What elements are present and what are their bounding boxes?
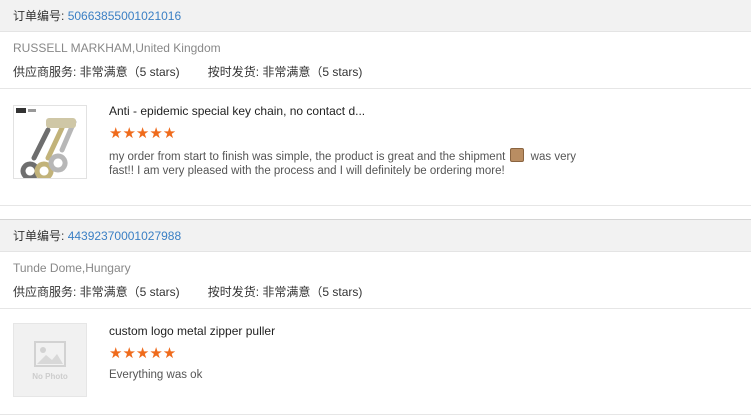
order-number-link[interactable]: 44392370001027988	[68, 229, 181, 243]
order-label: 订单编号:	[13, 229, 65, 243]
buyer-name-country: RUSSELL MARKHAM,United Kingdom	[13, 41, 221, 55]
supplier-service-rating: 供应商服务: 非常满意（5 stars)	[13, 285, 180, 299]
review-text-part-1: my order from start to finish was simple…	[109, 151, 509, 163]
image-placeholder-icon	[34, 341, 66, 367]
on-time-shipping-rating: 按时发货: 非常满意（5 stars)	[207, 285, 363, 299]
order-header: 订单编号: 50663855001021016	[0, 0, 751, 32]
order-header: 订单编号: 44392370001027988	[0, 220, 751, 252]
metal-key-tool-product-icon	[16, 108, 77, 181]
product-thumbnail[interactable]	[13, 105, 87, 181]
review-item: No Photo custom logo metal zipper puller…	[0, 309, 751, 414]
review-text: Everything was ok	[109, 369, 203, 381]
on-time-shipping-rating: 按时发货: 非常满意（5 stars)	[207, 65, 363, 79]
review-text: my order from start to finish was simple…	[109, 148, 599, 178]
buyer-name-country: Tunde Dome,Hungary	[13, 261, 131, 275]
supplier-service-rating: 供应商服务: 非常满意（5 stars)	[13, 65, 180, 79]
order-label: 订单编号:	[13, 9, 65, 23]
package-emoji-icon	[510, 148, 525, 162]
order-card-1: 订单编号: 50663855001021016 RUSSELL MARKHAM,…	[0, 0, 751, 206]
product-thumbnail[interactable]: No Photo	[13, 323, 87, 397]
order-number-link[interactable]: 50663855001021016	[68, 9, 181, 23]
review-item: Anti - epidemic special key chain, no co…	[0, 89, 751, 205]
product-title-link[interactable]: Anti - epidemic special key chain, no co…	[109, 104, 365, 118]
service-ratings: 供应商服务: 非常满意（5 stars) 按时发货: 非常满意（5 stars)	[0, 63, 751, 79]
no-photo-label: No Photo	[32, 372, 68, 381]
product-title-link[interactable]: custom logo metal zipper puller	[109, 324, 275, 338]
star-rating: ★★★★★	[109, 125, 177, 142]
service-ratings: 供应商服务: 非常满意（5 stars) 按时发货: 非常满意（5 stars)	[0, 283, 751, 299]
star-rating: ★★★★★	[109, 345, 177, 362]
order-card-2: 订单编号: 44392370001027988 Tunde Dome,Hunga…	[0, 219, 751, 415]
divider	[0, 205, 751, 206]
